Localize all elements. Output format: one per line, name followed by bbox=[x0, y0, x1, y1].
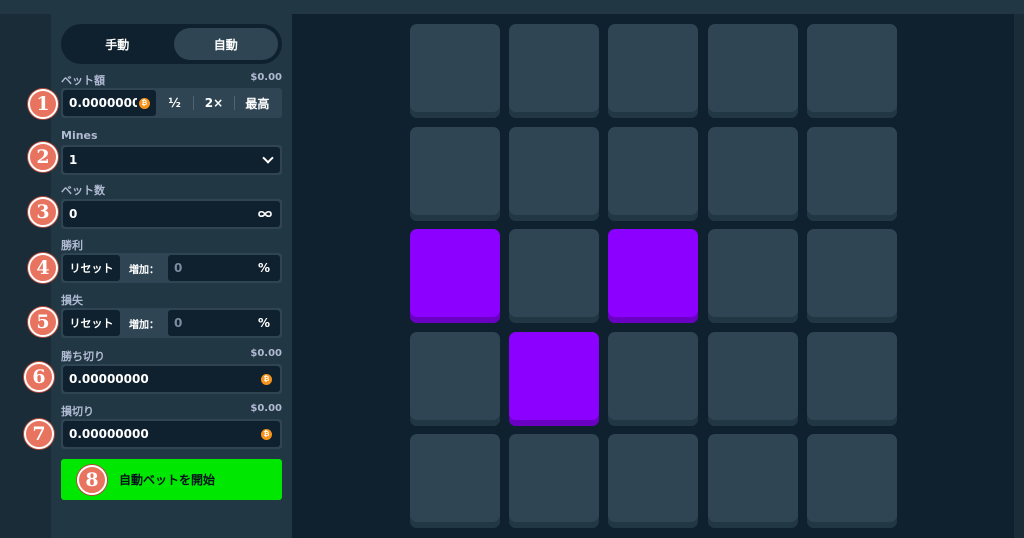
stop-loss-label: 損切り bbox=[61, 405, 94, 418]
on-win-label: 勝利 bbox=[61, 239, 83, 252]
step-badge: 5 bbox=[28, 307, 58, 337]
tab-manual[interactable]: 手動 bbox=[65, 28, 170, 60]
step-badge: 8 bbox=[77, 465, 107, 495]
bet-amount-field: 0.0000000 ₿ ½ 2× 最高 bbox=[61, 88, 282, 118]
percent-unit: % bbox=[257, 316, 270, 330]
mines-value: 1 bbox=[69, 153, 78, 167]
tile[interactable] bbox=[807, 434, 897, 528]
bitcoin-icon: ₿ bbox=[261, 428, 272, 440]
on-win-input[interactable]: 0 % bbox=[168, 255, 280, 281]
bet-amount-value: 0.0000000 bbox=[69, 96, 137, 110]
bet-amount-label: ベット額 bbox=[61, 74, 105, 87]
chevron-down-icon bbox=[262, 152, 274, 164]
mines-select[interactable]: 1 bbox=[61, 145, 282, 175]
max-button[interactable]: 最高 bbox=[235, 90, 280, 116]
bitcoin-icon: ₿ bbox=[261, 373, 272, 385]
bet-count-value: 0 bbox=[69, 207, 78, 221]
stop-profit-value: 0.00000000 bbox=[69, 372, 149, 386]
on-loss-label: 損失 bbox=[61, 294, 83, 307]
tile[interactable] bbox=[509, 229, 599, 323]
half-button[interactable]: ½ bbox=[156, 90, 193, 116]
tile[interactable] bbox=[608, 434, 698, 528]
tile[interactable] bbox=[608, 127, 698, 221]
on-loss-reset-button[interactable]: リセット bbox=[63, 310, 120, 336]
step-badge: 6 bbox=[24, 362, 54, 392]
stop-profit-input[interactable]: 0.00000000 ₿ bbox=[63, 366, 280, 392]
tile-selected[interactable] bbox=[509, 332, 599, 426]
stop-profit-label: 勝ち切り bbox=[61, 350, 105, 363]
stop-loss-input[interactable]: 0.00000000 ₿ bbox=[63, 421, 280, 447]
bet-count-field: 0 bbox=[61, 199, 282, 229]
tile[interactable] bbox=[807, 24, 897, 118]
tile[interactable] bbox=[509, 434, 599, 528]
tile[interactable] bbox=[708, 434, 798, 528]
on-win-increase-button[interactable]: 増加： bbox=[120, 255, 168, 281]
on-win-reset-button[interactable]: リセット bbox=[63, 255, 120, 281]
bet-amount-usd: $0.00 bbox=[250, 72, 282, 83]
tile[interactable] bbox=[509, 24, 599, 118]
double-button[interactable]: 2× bbox=[194, 90, 233, 116]
top-bar bbox=[0, 0, 1024, 14]
on-loss-input[interactable]: 0 % bbox=[168, 310, 280, 336]
stop-profit-field: 0.00000000 ₿ bbox=[61, 364, 282, 394]
tile[interactable] bbox=[708, 229, 798, 323]
percent-unit: % bbox=[257, 261, 270, 275]
stop-loss-usd: $0.00 bbox=[250, 403, 282, 414]
on-loss-increase-button[interactable]: 増加： bbox=[120, 310, 168, 336]
tile[interactable] bbox=[807, 229, 897, 323]
infinity-icon bbox=[258, 210, 272, 218]
tile[interactable] bbox=[410, 127, 500, 221]
tile[interactable] bbox=[509, 127, 599, 221]
tile[interactable] bbox=[708, 24, 798, 118]
mines-label: Mines bbox=[61, 129, 98, 142]
start-autobet-label: 自動ベットを開始 bbox=[119, 473, 216, 487]
bet-amount-input[interactable]: 0.0000000 ₿ bbox=[63, 90, 156, 116]
tile[interactable] bbox=[608, 332, 698, 426]
step-badge: 4 bbox=[28, 253, 58, 283]
bitcoin-icon: ₿ bbox=[138, 97, 150, 109]
tile-selected[interactable] bbox=[608, 229, 698, 323]
tile[interactable] bbox=[410, 332, 500, 426]
tile[interactable] bbox=[410, 434, 500, 528]
on-loss-field: リセット 増加： 0 % bbox=[61, 308, 282, 338]
mode-toggle: 手動 自動 bbox=[61, 24, 282, 64]
on-win-field: リセット 増加： 0 % bbox=[61, 253, 282, 283]
stop-loss-field: 0.00000000 ₿ bbox=[61, 419, 282, 449]
step-badge: 3 bbox=[28, 197, 58, 227]
stop-profit-usd: $0.00 bbox=[250, 348, 282, 359]
step-badge: 1 bbox=[28, 89, 58, 119]
tab-auto[interactable]: 自動 bbox=[173, 28, 278, 60]
tile[interactable] bbox=[708, 127, 798, 221]
step-badge: 2 bbox=[28, 142, 58, 172]
bet-count-input[interactable]: 0 bbox=[63, 201, 280, 227]
bet-count-label: ベット数 bbox=[61, 184, 105, 197]
tile-selected[interactable] bbox=[410, 229, 500, 323]
stop-loss-value: 0.00000000 bbox=[69, 427, 149, 441]
tile[interactable] bbox=[708, 332, 798, 426]
tile[interactable] bbox=[807, 127, 897, 221]
on-loss-value: 0 bbox=[174, 316, 183, 330]
mines-select-box: 1 bbox=[63, 147, 280, 173]
tile[interactable] bbox=[807, 332, 897, 426]
tile[interactable] bbox=[410, 24, 500, 118]
tile[interactable] bbox=[608, 24, 698, 118]
on-win-value: 0 bbox=[174, 261, 183, 275]
step-badge: 7 bbox=[24, 419, 54, 449]
